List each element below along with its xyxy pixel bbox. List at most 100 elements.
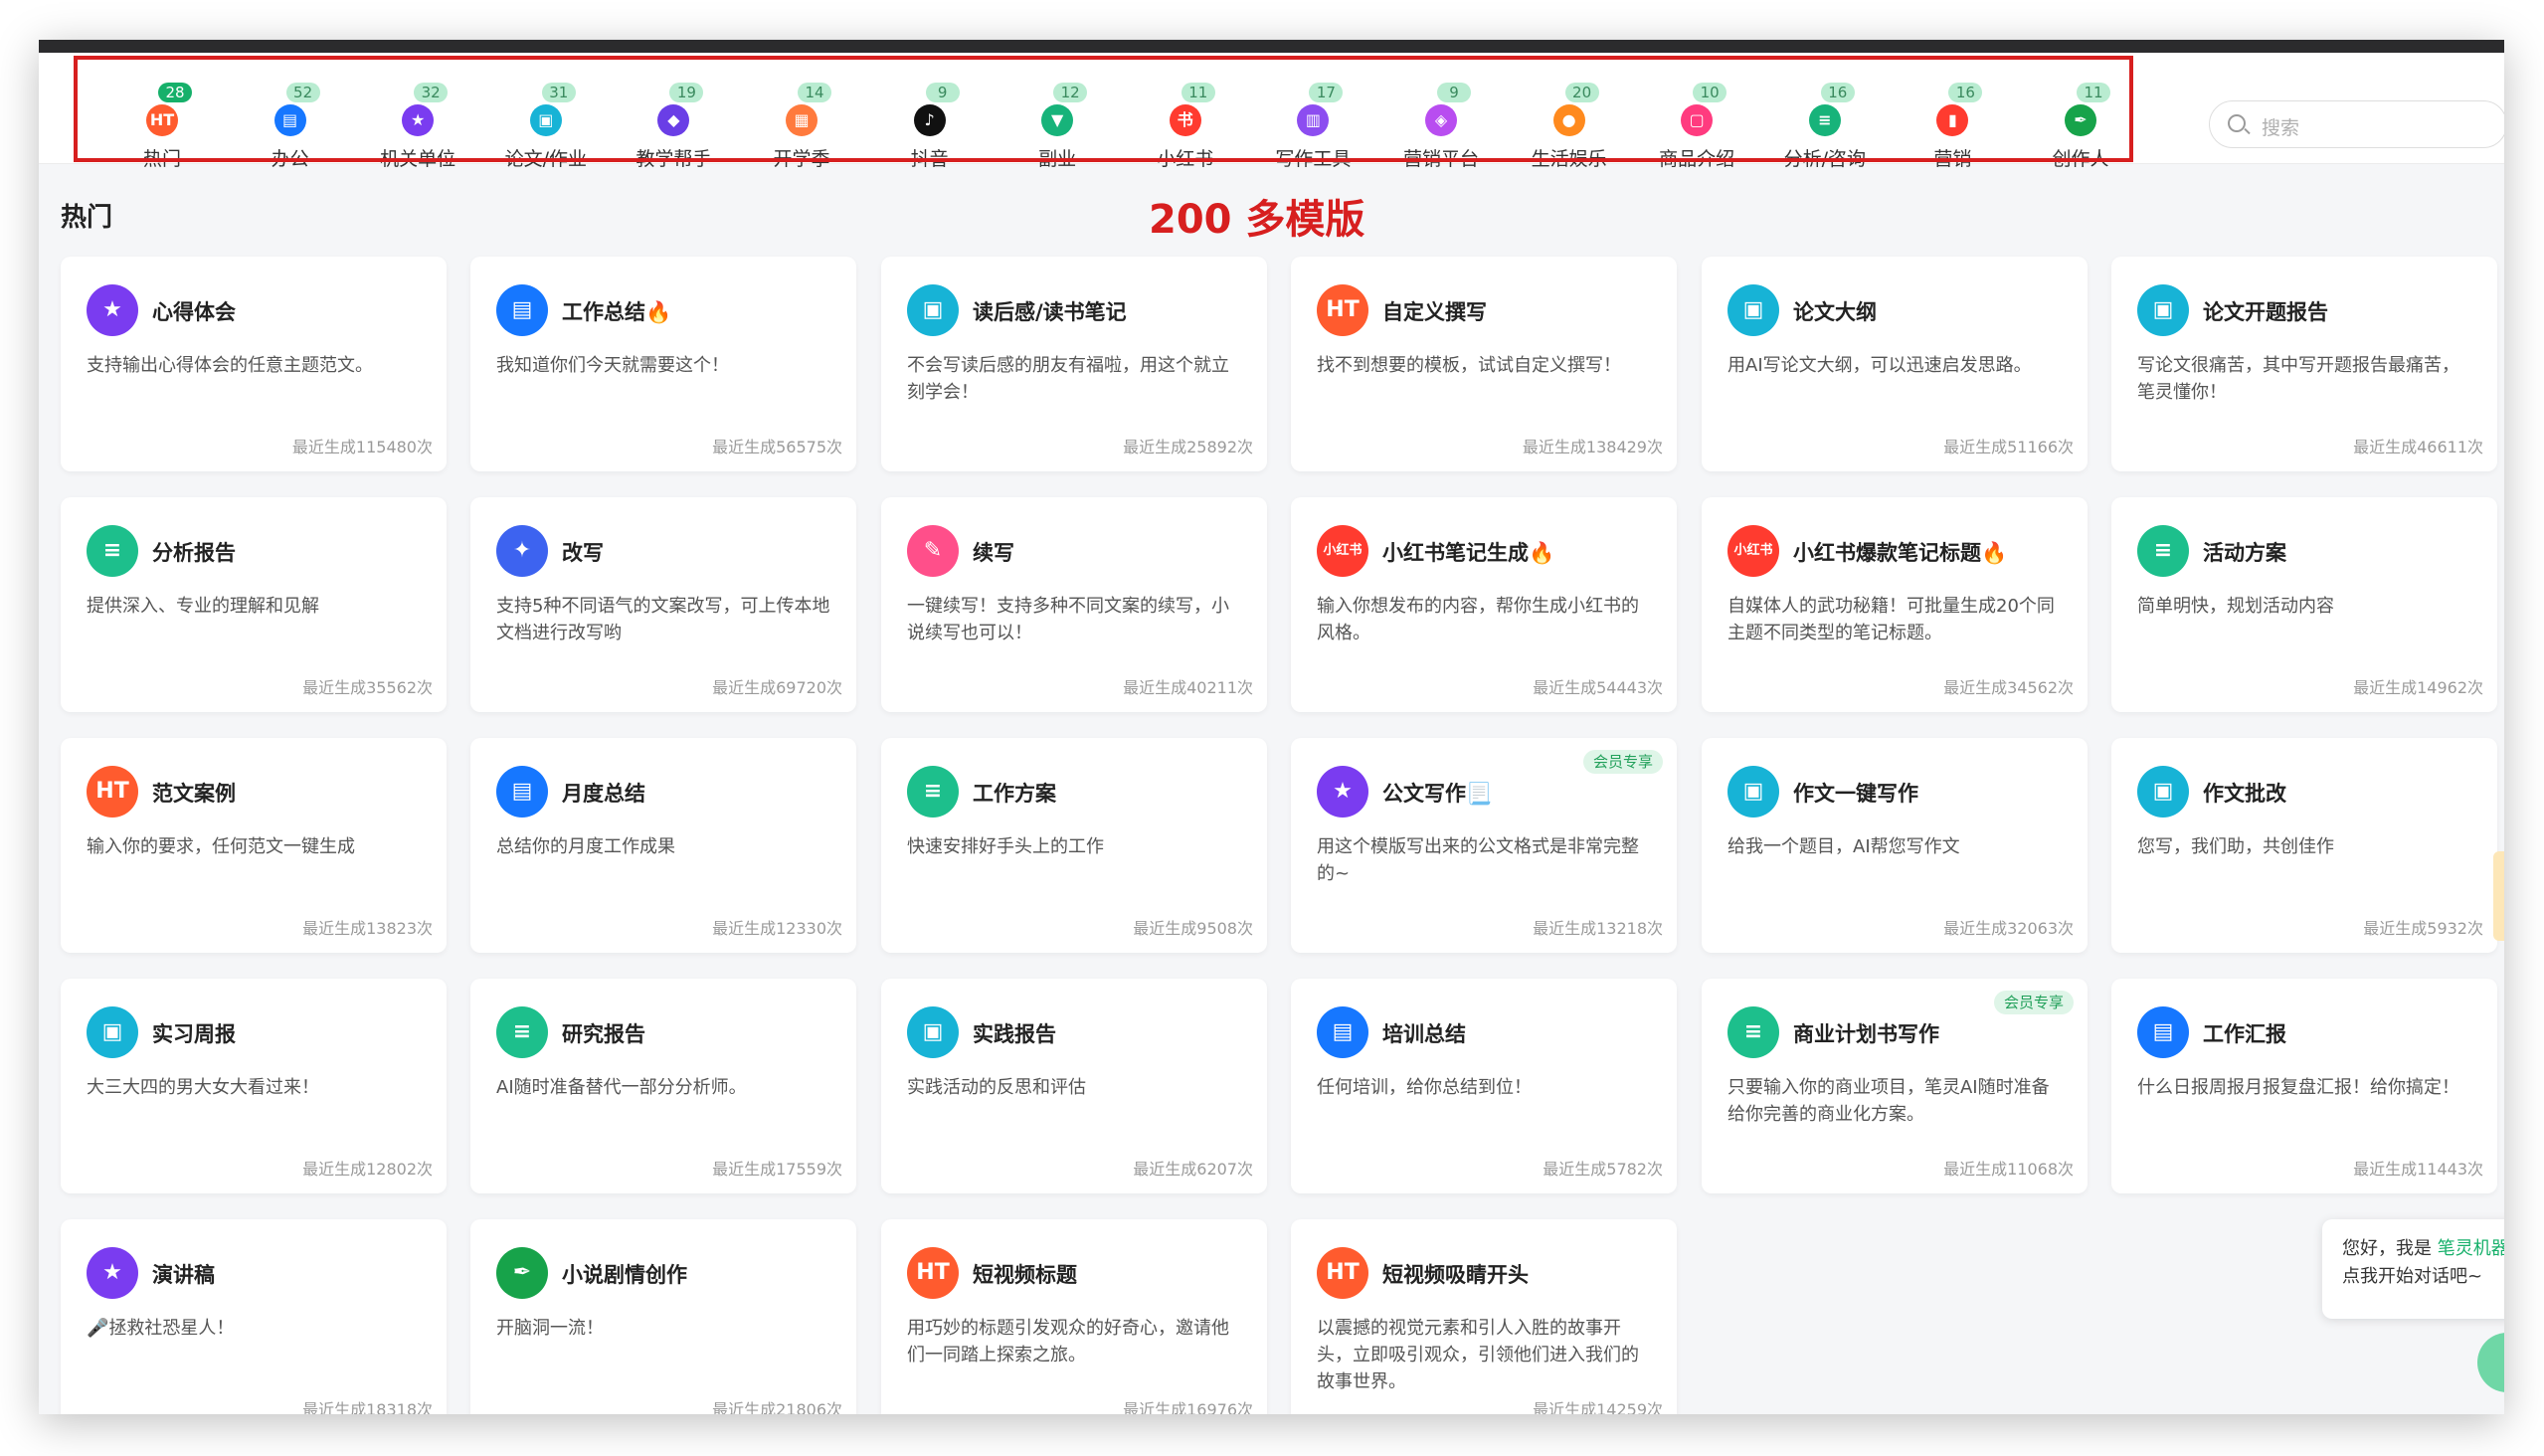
card-title: 实践报告	[973, 1022, 1056, 1046]
card-usage-count: 最近生成51166次	[1943, 438, 2074, 456]
template-card[interactable]: ✦ 改写 支持5种不同语气的文案改写，可上传本地文档进行改写哟 最近生成69720次	[470, 497, 856, 712]
chat-bot-name: 笔灵机器人	[2437, 1238, 2504, 1259]
card-title: 月度总结	[562, 782, 645, 806]
hot-icon: HT	[87, 766, 138, 818]
vip-badge: 会员专享	[1993, 991, 2074, 1014]
template-card[interactable]: ★ 公文写作📃 用这个模版写出来的公文格式是非常完整的~ 最近生成13218次 会员专享	[1291, 738, 1677, 953]
card-description: 我知道你们今天就需要这个！	[496, 355, 729, 376]
template-card[interactable]: ≡ 分析报告 提供深入、专业的理解和见解 最近生成35562次	[61, 497, 447, 712]
card-description: 快速安排好手头上的工作	[907, 836, 1104, 857]
card-title: 心得体会	[152, 300, 236, 324]
magic-wand-icon: ✦	[496, 525, 548, 577]
template-card[interactable]: HT 范文案例 输入你的要求，任何范文一键生成 最近生成13823次	[61, 738, 447, 953]
card-description: 找不到想要的模板，试试自定义撰写！	[1317, 355, 1621, 376]
card-title: 论文大纲	[1793, 300, 1877, 324]
card-description: 总结你的月度工作成果	[496, 836, 675, 857]
template-card[interactable]: ▣ 读后感/读书笔记 不会写读后感的朋友有福啦，用这个就立刻学会！ 最近生成25892…	[881, 257, 1267, 471]
briefcase-icon: ▤	[2137, 1006, 2189, 1058]
card-title: 小红书爆款笔记标题🔥	[1793, 541, 2008, 565]
template-card[interactable]: ≡ 商业计划书写作 只要输入你的商业项目，笔灵AI随时准备给你完善的商业化方案。 最近…	[1702, 979, 2088, 1193]
card-title: 作文一键写作	[1793, 782, 1918, 806]
edit-icon: ✎	[907, 525, 959, 577]
card-title: 实习周报	[152, 1022, 236, 1046]
card-title: 短视频标题	[973, 1263, 1077, 1287]
card-description: 用AI写论文大纲，可以迅速启发思路。	[1727, 355, 2032, 376]
star-badge-icon: ★	[87, 1247, 138, 1299]
briefcase-icon: ▤	[496, 284, 548, 336]
card-usage-count: 最近生成14259次	[1533, 1400, 1663, 1414]
app-window: 搜索 28 HT 热门 52 ▤ 办公 32 ★ 机关单位 31 ▣ 论文/作业 19 ◆ 教学帮手 14 ▦ 开…	[39, 40, 2504, 1414]
card-usage-count: 最近生成138429次	[1522, 438, 1663, 456]
template-card[interactable]: ▤ 工作汇报 什么日报周报月报复盘汇报！给你搞定！ 最近生成11443次	[2111, 979, 2497, 1193]
card-usage-count: 最近生成40211次	[1123, 678, 1253, 697]
star-badge-icon: ★	[87, 284, 138, 336]
document-icon: ≡	[2137, 525, 2189, 577]
pen-icon: ✒	[496, 1247, 548, 1299]
card-description: 开脑洞一流！	[496, 1318, 604, 1339]
card-usage-count: 最近生成5782次	[1543, 1160, 1663, 1179]
template-card[interactable]: 小红书 小红书爆款笔记标题🔥 自媒体人的武功秘籍！可批量生成20个同主题不同类型的笔…	[1702, 497, 2088, 712]
template-card[interactable]: ✒ 小说剧情创作 开脑洞一流！ 最近生成21806次	[470, 1219, 856, 1414]
document-icon: ≡	[1727, 1006, 1779, 1058]
card-usage-count: 最近生成46611次	[2353, 438, 2483, 456]
template-card[interactable]: ≡ 活动方案 简单明快，规划活动内容 最近生成14962次	[2111, 497, 2497, 712]
template-card[interactable]: ▣ 作文批改 您写，我们助，共创佳作 最近生成5932次	[2111, 738, 2497, 953]
template-card[interactable]: ★ 演讲稿 🎤拯救社恐星人！ 最近生成18318次	[61, 1219, 447, 1414]
card-description: 只要输入你的商业项目，笔灵AI随时准备给你完善的商业化方案。	[1727, 1077, 2050, 1125]
template-card[interactable]: HT 短视频吸睛开头以震撼的视觉元素和引人入胜的故事开头，立即吸引观众，引领他们进…	[1291, 1219, 1677, 1414]
card-title: 短视频吸睛开头	[1382, 1263, 1529, 1287]
card-description: 实践活动的反思和评估	[907, 1077, 1086, 1098]
card-title: 读后感/读书笔记	[973, 300, 1127, 324]
section-title: 热门	[61, 203, 113, 233]
paper-icon: ▣	[2137, 284, 2189, 336]
card-description: 简单明快，规划活动内容	[2137, 596, 2334, 617]
template-card[interactable]: ▣ 论文大纲用AI写论文大纲，可以迅速启发思路。最近生成51166次	[1702, 257, 2088, 471]
template-card[interactable]: ▣ 实习周报 大三大四的男大女大看过来！ 最近生成12802次	[61, 979, 447, 1193]
side-tab[interactable]	[2493, 851, 2504, 941]
card-usage-count: 最近生成34562次	[1943, 678, 2074, 697]
template-card[interactable]: HT 短视频标题 用巧妙的标题引发观众的好奇心，邀请他们一同踏上探索之旅。 最近生成1…	[881, 1219, 1267, 1414]
card-usage-count: 最近生成6207次	[1133, 1160, 1253, 1179]
template-card[interactable]: ★ 心得体会 支持输出心得体会的任意主题范文。 最近生成115480次	[61, 257, 447, 471]
card-title: 自定义撰写	[1382, 300, 1487, 324]
hot-icon: HT	[1317, 284, 1368, 336]
template-card[interactable]: ✎ 续写 一键续写！支持多种不同文案的续写，小说续写也可以！ 最近生成40211次	[881, 497, 1267, 712]
template-card[interactable]: ▣ 实践报告实践活动的反思和评估最近生成6207次	[881, 979, 1267, 1193]
template-card[interactable]: ▣ 论文开题报告 写论文很痛苦，其中写开题报告最痛苦，笔灵懂你！ 最近生成46611次	[2111, 257, 2497, 471]
card-description: 大三大四的男大女大看过来！	[87, 1077, 319, 1098]
template-card[interactable]: ▤ 培训总结 任何培训，给你总结到位！ 最近生成5782次	[1291, 979, 1677, 1193]
template-card[interactable]: ▣ 作文一键写作 给我一个题目，AI帮您写作文 最近生成32063次	[1702, 738, 2088, 953]
chat-fab-button[interactable]	[2477, 1333, 2504, 1392]
card-description: 不会写读后感的朋友有福啦，用这个就立刻学会！	[907, 355, 1229, 403]
paper-icon: ▣	[1727, 766, 1779, 818]
template-card[interactable]: ≡ 工作方案 快速安排好手头上的工作 最近生成9508次	[881, 738, 1267, 953]
card-title: 培训总结	[1382, 1022, 1466, 1046]
template-card[interactable]: ▤ 月度总结 总结你的月度工作成果 最近生成12330次	[470, 738, 856, 953]
card-description: AI随时准备替代一部分分析师。	[496, 1077, 747, 1098]
card-usage-count: 最近生成5932次	[2363, 919, 2483, 938]
search-input[interactable]: 搜索	[2262, 113, 2299, 140]
card-title: 分析报告	[152, 541, 236, 565]
card-title: 作文批改	[2203, 782, 2286, 806]
document-icon: ≡	[496, 1006, 548, 1058]
template-card[interactable]: ≡ 研究报告 AI随时准备替代一部分分析师。 最近生成17559次	[470, 979, 856, 1193]
template-card[interactable]: HT 自定义撰写找不到想要的模板，试试自定义撰写！ 最近生成138429次	[1291, 257, 1677, 471]
template-card[interactable]: 小红书 小红书笔记生成🔥 输入你想发布的内容，帮你生成小红书的风格。 最近生成5444…	[1291, 497, 1677, 712]
card-usage-count: 最近生成54443次	[1533, 678, 1663, 697]
card-description: 给我一个题目，AI帮您写作文	[1727, 836, 1960, 857]
card-usage-count: 最近生成12330次	[712, 919, 842, 938]
card-description: 以震撼的视觉元素和引人入胜的故事开头，立即吸引观众，引领他们进入我们的故事世界。	[1317, 1318, 1639, 1392]
card-description: 一键续写！支持多种不同文案的续写，小说续写也可以！	[907, 596, 1229, 643]
card-usage-count: 最近生成11443次	[2353, 1160, 2483, 1179]
hot-icon: HT	[1317, 1247, 1368, 1299]
paper-icon: ▣	[907, 1006, 959, 1058]
card-description: 任何培训，给你总结到位！	[1317, 1077, 1532, 1098]
search-box[interactable]: 搜索	[2209, 100, 2504, 148]
template-card[interactable]: ▤ 工作总结🔥 我知道你们今天就需要这个！ 最近生成56575次	[470, 257, 856, 471]
hot-icon: HT	[907, 1247, 959, 1299]
paper-icon: ▣	[907, 284, 959, 336]
search-icon	[2228, 114, 2246, 132]
card-description: 用这个模版写出来的公文格式是非常完整的~	[1317, 836, 1639, 884]
paper-icon: ▣	[1727, 284, 1779, 336]
chat-bubble[interactable]: 您好，我是 笔灵机器人 点我开始对话吧~	[2322, 1219, 2504, 1319]
